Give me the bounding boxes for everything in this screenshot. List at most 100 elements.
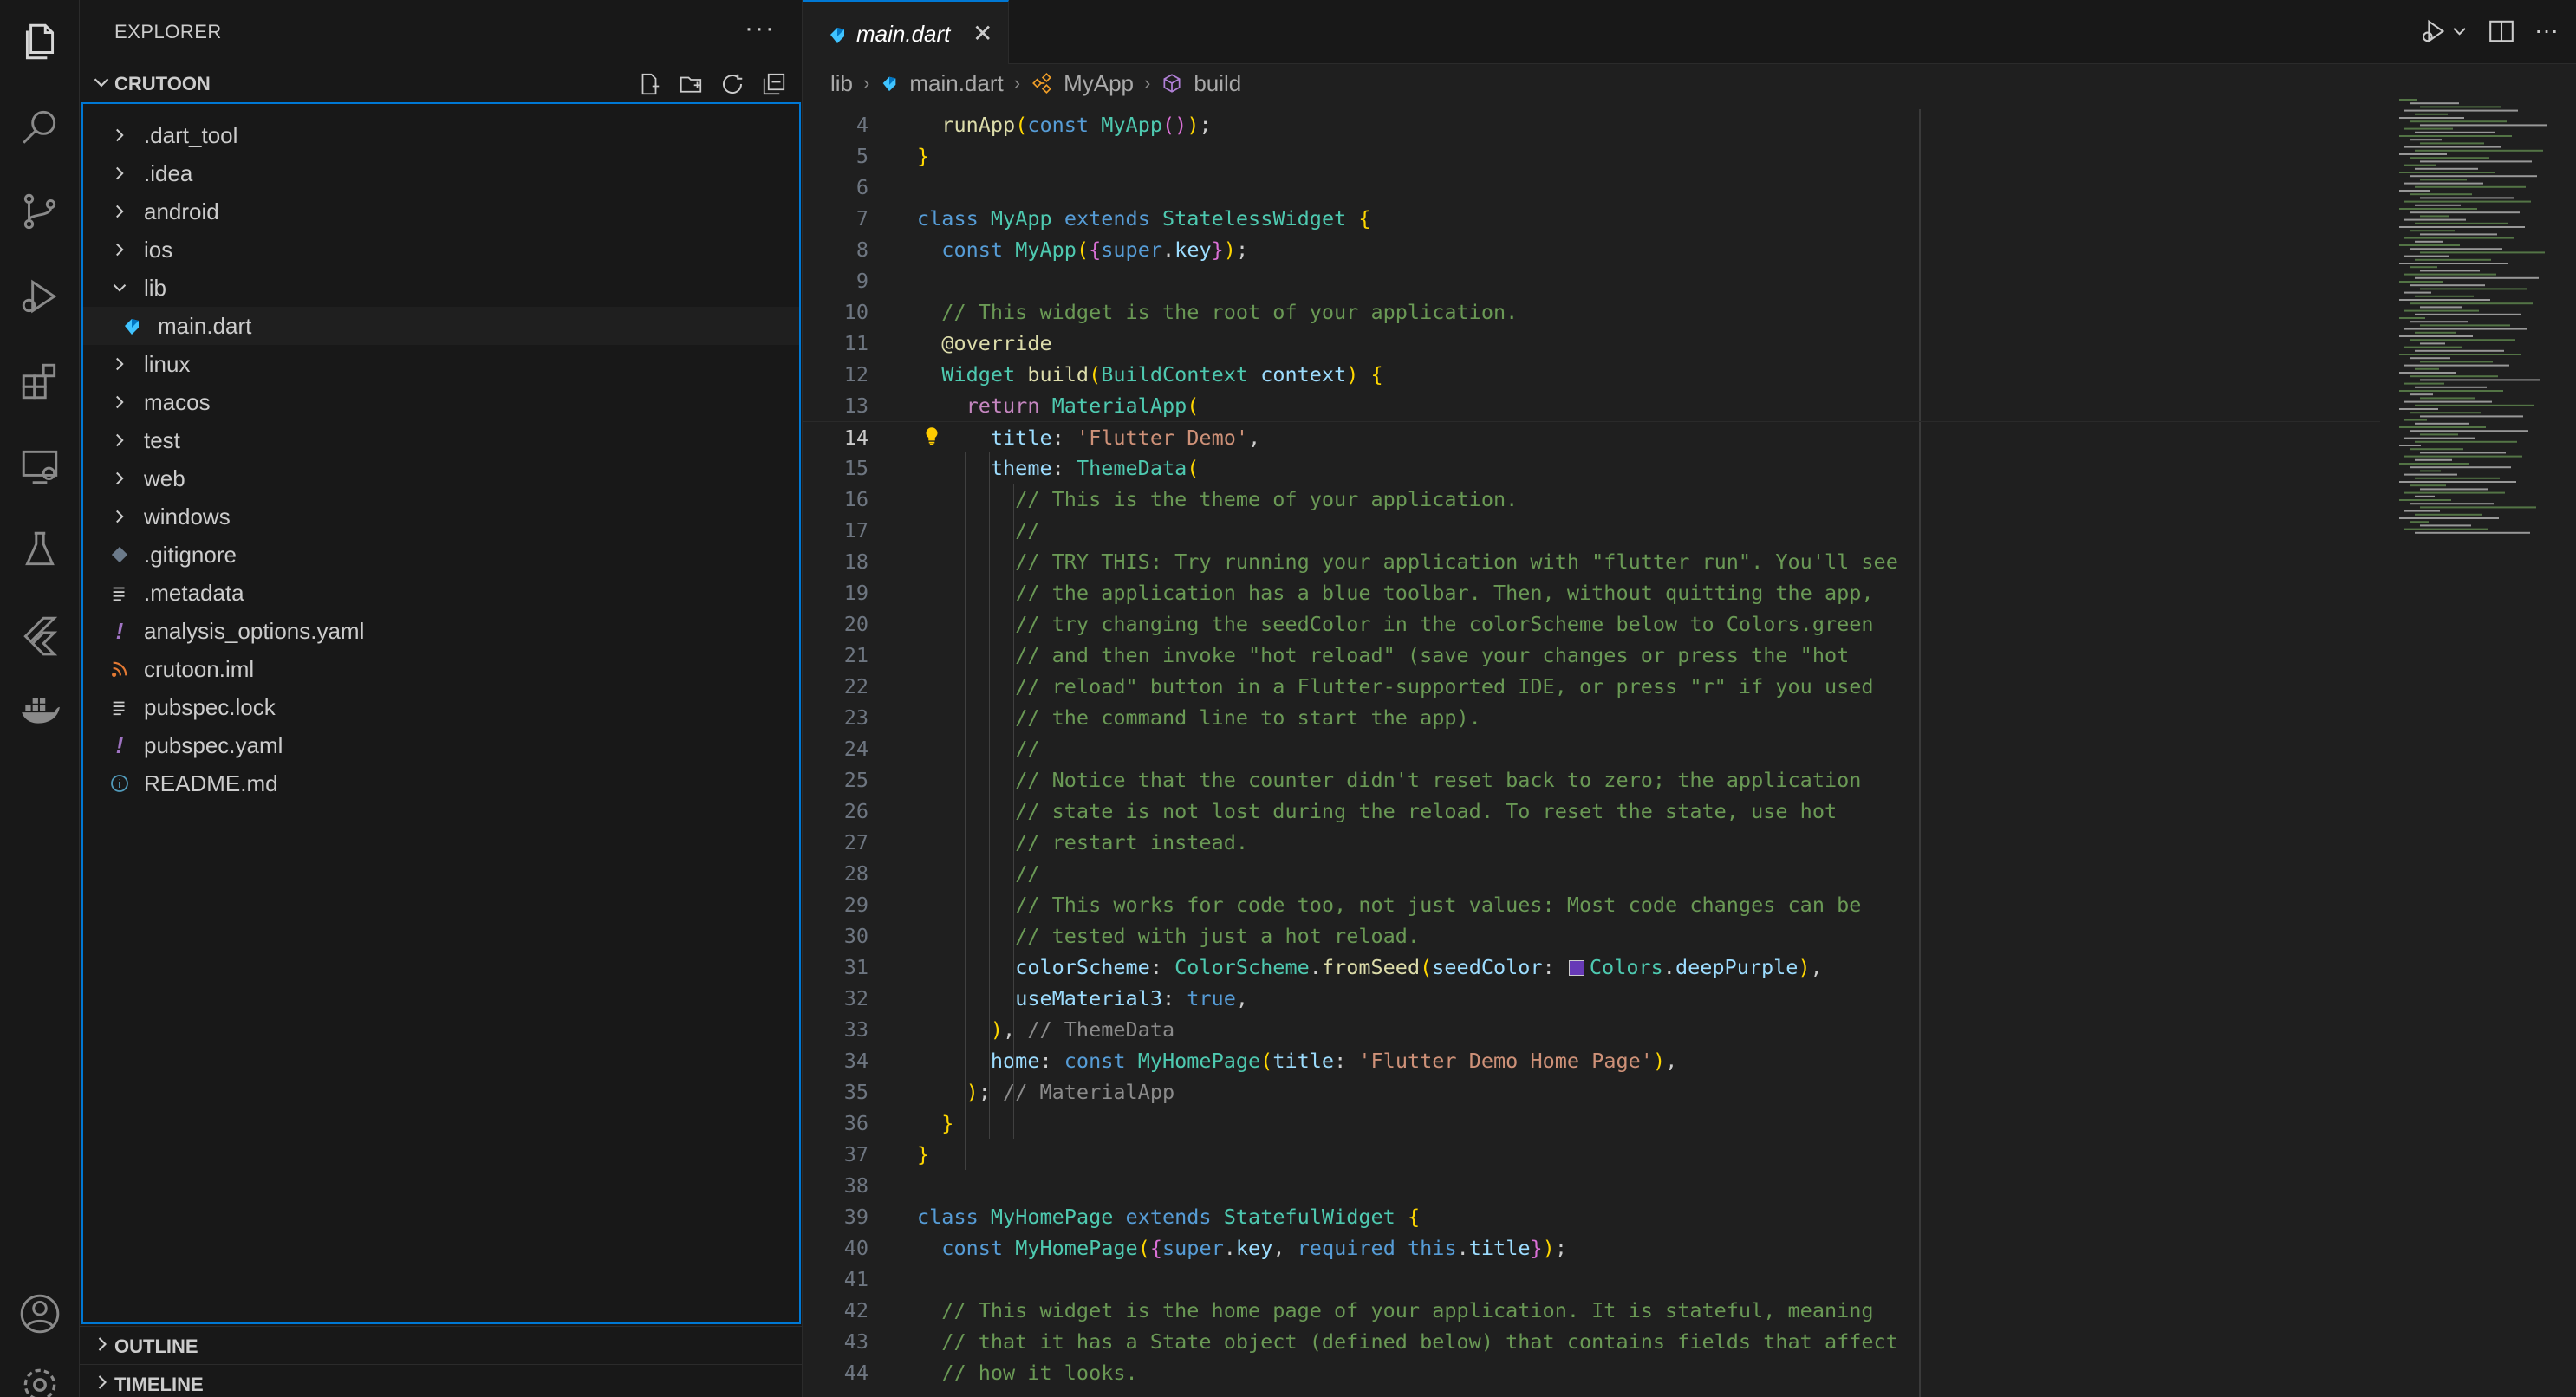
code-line[interactable]: 28 // <box>803 858 2380 889</box>
extensions-icon[interactable] <box>16 357 64 406</box>
new-folder-icon[interactable] <box>674 68 707 101</box>
code-line[interactable]: 33 ), // ThemeData <box>803 1014 2380 1045</box>
code-line[interactable]: 36 } <box>803 1108 2380 1139</box>
refresh-icon[interactable] <box>716 68 749 101</box>
project-header[interactable]: CRUTOON <box>80 66 803 102</box>
more-actions-button[interactable]: ··· <box>745 14 776 43</box>
code-line[interactable]: 40 const MyHomePage({super.key, required… <box>803 1232 2380 1264</box>
code-line[interactable]: 8 const MyApp({super.key}); <box>803 234 2380 265</box>
tree-item-analysis-options-yaml[interactable]: ! analysis_options.yaml <box>83 612 799 650</box>
explorer-icon[interactable] <box>16 17 64 66</box>
color-swatch[interactable] <box>1568 960 1584 976</box>
code-line[interactable]: 37} <box>803 1139 2380 1170</box>
code-line[interactable]: 6 <box>803 172 2380 203</box>
timeline-section[interactable]: TIMELINE <box>80 1364 803 1397</box>
code-line[interactable]: 23 // the command line to start the app)… <box>803 702 2380 733</box>
search-icon[interactable] <box>16 102 64 151</box>
code-line[interactable]: 4 runApp(const MyApp()); <box>803 109 2380 140</box>
code-line[interactable]: 27 // restart instead. <box>803 827 2380 858</box>
settings-gear-icon[interactable] <box>16 1361 64 1397</box>
tree-item-pubspec-yaml[interactable]: ! pubspec.yaml <box>83 726 799 764</box>
code-line[interactable]: 22 // reload" button in a Flutter-suppor… <box>803 671 2380 702</box>
testing-icon[interactable] <box>16 525 64 574</box>
new-file-icon[interactable] <box>633 68 666 101</box>
code-line[interactable]: 44 // how it looks. <box>803 1357 2380 1388</box>
breadcrumb-file[interactable]: main.dart <box>909 70 1003 97</box>
tree-item-dart-tool[interactable]: .dart_tool <box>83 116 799 154</box>
code-line[interactable]: 16 // This is the theme of your applicat… <box>803 484 2380 515</box>
code-line[interactable]: 15 theme: ThemeData( <box>803 452 2380 484</box>
docker-icon[interactable] <box>16 685 64 733</box>
lightbulb-icon[interactable] <box>920 423 943 449</box>
dart-file-icon <box>883 76 896 92</box>
code-text: // <box>1015 737 1040 761</box>
tree-item-lib[interactable]: lib <box>83 269 799 307</box>
code-line[interactable]: 14 title: 'Flutter Demo', <box>803 421 2380 452</box>
minimap[interactable] <box>2391 95 2555 546</box>
source-control-icon[interactable] <box>16 187 64 236</box>
code-line[interactable]: 18 // TRY THIS: Try running your applica… <box>803 546 2380 577</box>
code-line[interactable]: 39 class MyHomePage extends StatefulWidge… <box>803 1201 2380 1232</box>
tree-item-crutoon-iml[interactable]: crutoon.iml <box>83 650 799 688</box>
tree-item-ios[interactable]: ios <box>83 231 799 269</box>
collapse-all-icon[interactable] <box>758 68 790 101</box>
breadcrumb-method[interactable]: build <box>1194 70 1241 97</box>
tree-item-web[interactable]: web <box>83 459 799 497</box>
minimap-line <box>2415 477 2500 479</box>
code-line[interactable]: 25 // Notice that the counter didn't res… <box>803 764 2380 796</box>
code-line[interactable]: 10 // This widget is the root of your ap… <box>803 296 2380 328</box>
code-line[interactable]: 19 // the application has a blue toolbar… <box>803 577 2380 608</box>
code-line[interactable]: 20 // try changing the seedColor in the … <box>803 608 2380 640</box>
tree-item-linux[interactable]: linux <box>83 345 799 383</box>
code-line[interactable]: 17 // <box>803 515 2380 546</box>
breadcrumb-lib[interactable]: lib <box>830 70 853 97</box>
tree-item-idea[interactable]: .idea <box>83 154 799 192</box>
breadcrumb-class[interactable]: MyApp <box>1064 70 1134 97</box>
run-dropdown-icon[interactable] <box>2420 17 2469 49</box>
tree-item-macos[interactable]: macos <box>83 383 799 421</box>
code-line[interactable]: 5} <box>803 140 2380 172</box>
tree-item-readme-md[interactable]: README.md <box>83 764 799 802</box>
code-line[interactable]: 38 <box>803 1170 2380 1201</box>
code-line[interactable]: 21 // and then invoke "hot reload" (save… <box>803 640 2380 671</box>
code-line[interactable]: 11 @override <box>803 328 2380 359</box>
minimap-line <box>2415 113 2448 115</box>
code-editor[interactable]: 4 runApp(const MyApp()); 5} 6 7 class MyApp … <box>803 109 2380 1397</box>
code-line[interactable]: 31 colorScheme: ColorScheme.fromSeed(see… <box>803 952 2380 983</box>
remote-explorer-icon[interactable] <box>16 442 64 491</box>
code-line[interactable]: 34 home: const MyHomePage(title: 'Flutte… <box>803 1045 2380 1076</box>
code-line[interactable]: 26 // state is not lost during the reloa… <box>803 796 2380 827</box>
flutter-icon[interactable] <box>16 610 64 659</box>
tree-item-windows[interactable]: windows <box>83 497 799 536</box>
tree-item-metadata[interactable]: .metadata <box>83 574 799 612</box>
code-line[interactable]: 24 // <box>803 733 2380 764</box>
more-actions-icon[interactable]: ··· <box>2534 17 2559 49</box>
tree-item-main-dart[interactable]: main.dart <box>83 307 799 345</box>
tree-item-gitignore[interactable]: .gitignore <box>83 536 799 574</box>
code-line[interactable]: 42 // This widget is the home page of yo… <box>803 1295 2380 1326</box>
code-line[interactable]: 13 return MaterialApp( <box>803 390 2380 421</box>
explorer-sidebar: EXPLORER ··· CRUTOON .dart_tool .idea andr… <box>80 0 803 1397</box>
split-editor-icon[interactable] <box>2488 17 2515 49</box>
code-line[interactable]: 29 // This works for code too, not just … <box>803 889 2380 920</box>
close-tab-icon[interactable]: ✕ <box>973 19 992 48</box>
tree-item-pubspec-lock[interactable]: pubspec.lock <box>83 688 799 726</box>
tab-main-dart[interactable]: main.dart ✕ <box>803 0 1009 64</box>
minimap-line <box>2415 313 2521 315</box>
tree-item-test[interactable]: test <box>83 421 799 459</box>
code-line[interactable]: 9 <box>803 265 2380 296</box>
tree-item-label: pubspec.yaml <box>144 731 283 758</box>
minimap-line <box>2420 470 2441 472</box>
code-line[interactable]: 30 // tested with just a hot reload. <box>803 920 2380 952</box>
run-debug-icon[interactable] <box>16 272 64 321</box>
code-line[interactable]: 41 <box>803 1264 2380 1295</box>
code-line[interactable]: 32 useMaterial3: true, <box>803 983 2380 1014</box>
code-line[interactable]: 7 class MyApp extends StatelessWidget { <box>803 203 2380 234</box>
minimap-line <box>2404 419 2427 421</box>
tree-item-android[interactable]: android <box>83 192 799 231</box>
account-icon[interactable] <box>16 1290 64 1338</box>
code-line[interactable]: 43 // that it has a State object (define… <box>803 1326 2380 1357</box>
code-line[interactable]: 12 Widget build(BuildContext context) { <box>803 359 2380 390</box>
code-line[interactable]: 35 ); // MaterialApp <box>803 1076 2380 1108</box>
outline-section[interactable]: OUTLINE <box>80 1326 803 1364</box>
